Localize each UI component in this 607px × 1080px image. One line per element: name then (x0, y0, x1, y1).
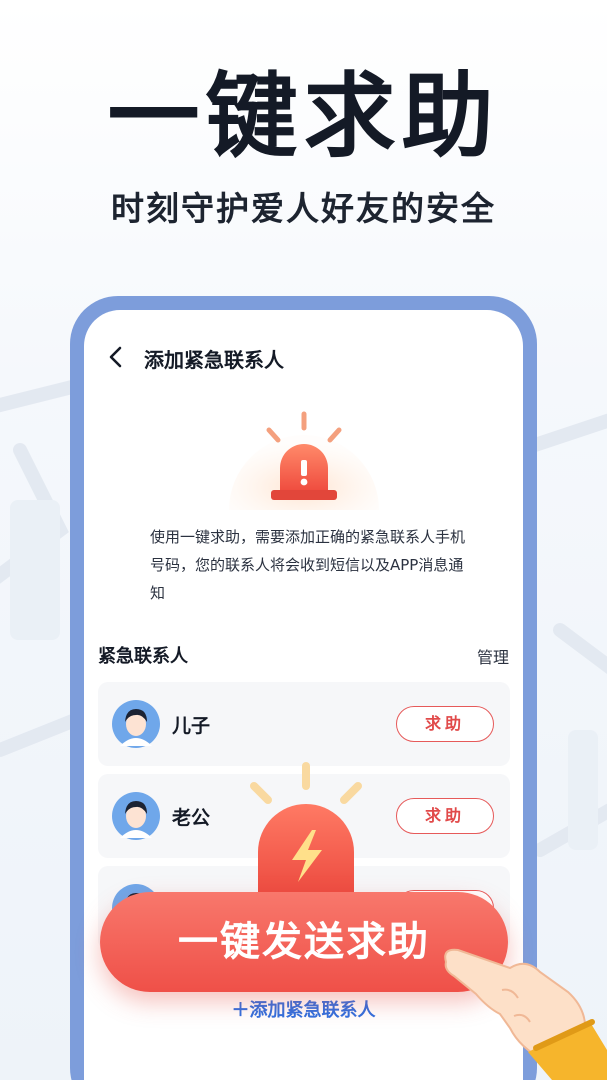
contact-name: 儿子 (172, 715, 211, 737)
avatar-icon (112, 792, 160, 840)
hero-title: 一键求助 (107, 63, 500, 170)
nav-bar: 添加紧急联系人 (84, 338, 523, 378)
avatar-icon (112, 700, 160, 748)
contact-name: 老公 (172, 807, 211, 829)
help-button[interactable]: 求助 (396, 798, 494, 834)
pointing-hand-icon (444, 948, 607, 1080)
help-button[interactable]: 求助 (396, 706, 494, 742)
lightning-alarm-icon (250, 762, 362, 910)
manage-link[interactable]: 管理 (477, 644, 509, 668)
page-title: 添加紧急联系人 (144, 348, 284, 372)
hero-subtitle: 时刻守护爱人好友的安全 (111, 189, 496, 228)
alarm-light-icon (229, 411, 379, 510)
description-text: 使用一键求助，需要添加正确的紧急联系人手机号码，您的联系人将会收到短信以及APP… (150, 528, 466, 602)
contact-card: 儿子 求助 (98, 682, 510, 766)
section-title: 紧急联系人 (98, 646, 188, 667)
back-icon[interactable] (104, 342, 128, 372)
